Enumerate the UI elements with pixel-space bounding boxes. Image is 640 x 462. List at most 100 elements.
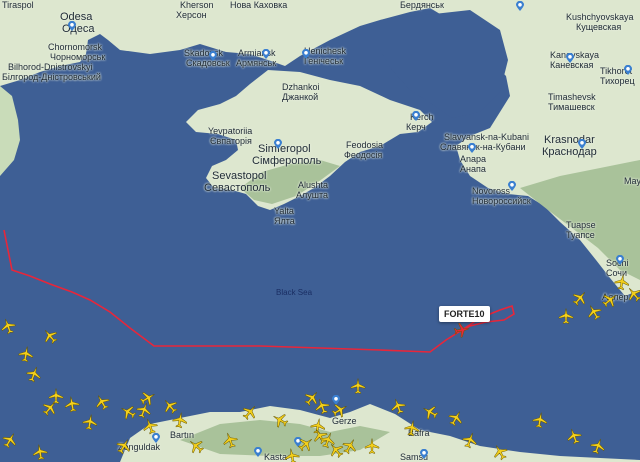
- aircraft-icon[interactable]: [222, 432, 238, 449]
- place-label: Tiraspol: [2, 0, 34, 10]
- place-label: Нова Каховка: [230, 0, 288, 10]
- aircraft-icon[interactable]: [558, 308, 574, 324]
- aircraft-icon[interactable]: [350, 378, 366, 394]
- place-label: Керч: [406, 122, 426, 132]
- aircraft-icon[interactable]: [64, 396, 80, 413]
- place-label: Славянск-на-Кубани: [440, 142, 526, 152]
- aircraft-icon[interactable]: [342, 438, 358, 455]
- aircraft-icon[interactable]: [142, 418, 158, 435]
- tracked-aircraft-icon[interactable]: [453, 322, 470, 338]
- aircraft-icon[interactable]: [284, 448, 300, 462]
- aircraft-icon[interactable]: [590, 438, 606, 455]
- airport-pin-icon[interactable]: [420, 446, 428, 459]
- place-label: Yevpatoriia: [208, 126, 253, 136]
- place-label: Одеса: [62, 23, 95, 35]
- aircraft-icon[interactable]: [2, 432, 18, 449]
- place-label: Tuapse: [566, 220, 596, 230]
- flight-map[interactable]: Black Sea Tiraspol Odesa Одеса Chornomor…: [0, 0, 640, 462]
- aircraft-icon[interactable]: [0, 318, 16, 335]
- airport-pin-icon[interactable]: [254, 444, 262, 457]
- place-label: Херсон: [176, 10, 207, 20]
- place-label: Феодосія: [344, 150, 383, 160]
- sea-label: Black Sea: [276, 288, 313, 297]
- aircraft-icon[interactable]: [314, 398, 330, 415]
- place-label: Kanevskaya: [550, 50, 600, 60]
- place-label: Dzhankoi: [282, 82, 320, 92]
- airport-pin-icon[interactable]: [624, 62, 632, 75]
- place-label: Simferopol: [258, 143, 311, 155]
- place-label: Алушта: [296, 190, 329, 200]
- place-label: Тихорец: [600, 76, 635, 86]
- aircraft-icon[interactable]: [42, 400, 58, 416]
- aircraft-icon[interactable]: [586, 304, 602, 321]
- aircraft-icon[interactable]: [390, 398, 406, 415]
- airport-pin-icon[interactable]: [209, 48, 217, 61]
- aircraft-icon[interactable]: [404, 420, 420, 437]
- aircraft-icon[interactable]: [448, 410, 464, 427]
- aircraft-icon[interactable]: [492, 444, 508, 461]
- aircraft-icon[interactable]: [94, 394, 110, 411]
- airport-pin-icon[interactable]: [274, 136, 282, 149]
- aircraft-icon[interactable]: [188, 438, 204, 454]
- aircraft-icon[interactable]: [462, 432, 478, 449]
- place-label: Timashevsk: [548, 92, 596, 102]
- place-label: Feodosia: [346, 140, 384, 150]
- place-label: Краснодар: [542, 146, 597, 158]
- place-label: Chornomorsk: [48, 42, 103, 52]
- place-label: Бердянськ: [400, 0, 444, 10]
- aircraft-icon[interactable]: [26, 366, 42, 383]
- aircraft-icon[interactable]: [18, 346, 34, 363]
- place-label: Новороссийск: [472, 196, 531, 206]
- place-label: Євпаторія: [210, 136, 252, 146]
- place-label: Alushta: [298, 180, 329, 190]
- place-label: Kherson: [180, 0, 214, 10]
- aircraft-icon[interactable]: [422, 404, 439, 420]
- aircraft-icon[interactable]: [139, 390, 156, 406]
- place-label: May: [624, 176, 640, 186]
- aircraft-icon[interactable]: [331, 402, 348, 418]
- aircraft-icon[interactable]: [532, 412, 548, 429]
- place-label: Сімферополь: [252, 155, 322, 167]
- airport-pin-icon[interactable]: [412, 108, 420, 121]
- airport-pin-icon[interactable]: [68, 18, 76, 31]
- aircraft-icon[interactable]: [242, 404, 258, 420]
- airport-pin-icon[interactable]: [516, 0, 524, 11]
- place-label: Чорноморськ: [50, 52, 106, 62]
- flight-callsign-label[interactable]: FORTE10: [439, 306, 490, 322]
- aircraft-icon[interactable]: [566, 428, 582, 445]
- aircraft-icon[interactable]: [602, 292, 618, 308]
- place-label: Тимашевск: [548, 102, 595, 112]
- place-label: Джанкой: [282, 92, 319, 102]
- airport-pin-icon[interactable]: [566, 50, 574, 63]
- place-label: Кущевская: [576, 22, 622, 32]
- place-label: Henichesk: [304, 46, 347, 56]
- airport-pin-icon[interactable]: [302, 46, 310, 59]
- aircraft-icon[interactable]: [364, 438, 380, 454]
- aircraft-icon[interactable]: [172, 412, 188, 429]
- place-label: Kushchyovskaya: [566, 12, 634, 22]
- place-label: Krasnodar: [544, 134, 595, 146]
- place-label: Skadovsk: [184, 48, 224, 58]
- place-label: Скадовськ: [186, 58, 230, 68]
- aircraft-icon[interactable]: [272, 412, 289, 428]
- aircraft-icon[interactable]: [116, 438, 132, 455]
- aircraft-icon[interactable]: [42, 328, 58, 344]
- airport-pin-icon[interactable]: [616, 252, 624, 265]
- airport-pin-icon[interactable]: [468, 140, 476, 153]
- place-label: Sevastopol: [212, 170, 267, 182]
- aircraft-icon[interactable]: [32, 444, 48, 461]
- aircraft-icon[interactable]: [82, 414, 98, 431]
- place-label: Anapa: [460, 154, 487, 164]
- aircraft-icon[interactable]: [626, 286, 640, 302]
- place-label: Yalta: [274, 206, 294, 216]
- place-label: Novoross: [472, 186, 511, 196]
- airport-pin-icon[interactable]: [508, 178, 516, 191]
- airport-pin-icon[interactable]: [578, 136, 586, 149]
- place-label: Ялта: [274, 216, 295, 226]
- place-label: Білгород-Дністровський: [2, 72, 101, 82]
- airport-pin-icon[interactable]: [262, 46, 270, 59]
- place-label: Севастополь: [204, 182, 271, 194]
- aircraft-icon[interactable]: [298, 436, 314, 452]
- map-base: [0, 0, 640, 462]
- place-label: Туапсе: [566, 230, 595, 240]
